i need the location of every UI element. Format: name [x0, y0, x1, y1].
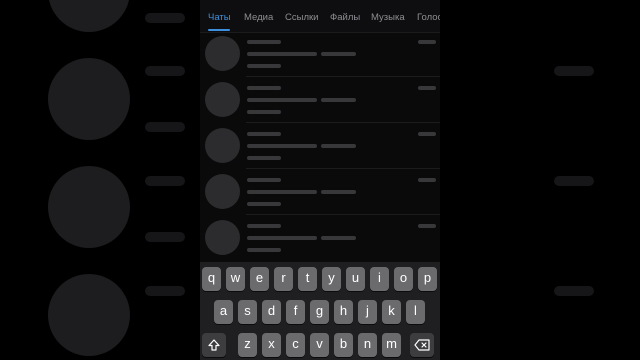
key-m[interactable]: m: [382, 333, 401, 357]
key-z[interactable]: z: [238, 333, 257, 357]
avatar-placeholder: [205, 174, 240, 209]
tab-chats[interactable]: Чаты: [208, 12, 231, 23]
avatar-placeholder: [205, 36, 240, 71]
list-item[interactable]: [200, 216, 440, 262]
blurred-background-left: [0, 0, 185, 360]
skeleton-time: [418, 178, 436, 182]
tab-files[interactable]: Файлы: [330, 12, 360, 23]
tab-bar: Чаты Медиа Ссылки Файлы Музыка Голос: [200, 0, 440, 33]
tab-media[interactable]: Медиа: [244, 12, 273, 23]
list-item[interactable]: [200, 124, 440, 170]
tab-links[interactable]: Ссылки: [285, 12, 318, 23]
blurred-bar: [554, 176, 594, 186]
skeleton-line: [321, 98, 356, 102]
list-item[interactable]: [200, 32, 440, 78]
key-s[interactable]: s: [238, 300, 257, 324]
key-l[interactable]: l: [406, 300, 425, 324]
blurred-bar: [554, 286, 594, 296]
backspace-key[interactable]: [410, 333, 434, 357]
key-v[interactable]: v: [310, 333, 329, 357]
blurred-bar: [145, 122, 185, 132]
blurred-bar: [145, 176, 185, 186]
key-h[interactable]: h: [334, 300, 353, 324]
skeleton-time: [418, 224, 436, 228]
blurred-avatar: [48, 274, 130, 356]
key-w[interactable]: w: [226, 267, 245, 291]
skeleton-line: [247, 86, 281, 90]
skeleton-line: [247, 202, 281, 206]
skeleton-time: [418, 40, 436, 44]
blurred-bar: [145, 66, 185, 76]
skeleton-line: [321, 144, 356, 148]
tab-voice[interactable]: Голос: [417, 12, 440, 23]
key-c[interactable]: c: [286, 333, 305, 357]
backspace-icon: [414, 339, 430, 351]
key-t[interactable]: t: [298, 267, 317, 291]
list-item[interactable]: [200, 78, 440, 124]
blurred-background-right: [440, 0, 640, 360]
key-e[interactable]: e: [250, 267, 269, 291]
divider: [246, 122, 440, 123]
skeleton-line: [247, 52, 317, 56]
skeleton-line: [247, 224, 281, 228]
key-o[interactable]: o: [394, 267, 413, 291]
skeleton-time: [418, 132, 436, 136]
skeleton-line: [247, 98, 317, 102]
skeleton-line: [247, 248, 281, 252]
key-b[interactable]: b: [334, 333, 353, 357]
skeleton-line: [247, 156, 281, 160]
skeleton-line: [321, 236, 356, 240]
divider: [246, 76, 440, 77]
skeleton-line: [247, 40, 281, 44]
key-r[interactable]: r: [274, 267, 293, 291]
blurred-avatar: [48, 0, 130, 32]
skeleton-time: [418, 86, 436, 90]
avatar-placeholder: [205, 82, 240, 117]
key-x[interactable]: x: [262, 333, 281, 357]
key-f[interactable]: f: [286, 300, 305, 324]
skeleton-line: [247, 190, 317, 194]
key-q[interactable]: q: [202, 267, 221, 291]
skeleton-line: [247, 144, 317, 148]
key-d[interactable]: d: [262, 300, 281, 324]
blurred-bar: [145, 13, 185, 23]
key-p[interactable]: p: [418, 267, 437, 291]
avatar-placeholder: [205, 220, 240, 255]
divider: [246, 214, 440, 215]
list-item[interactable]: [200, 170, 440, 216]
onscreen-keyboard: q w e r t y u i o p a s d f g h j k l z …: [200, 262, 440, 360]
skeleton-line: [321, 52, 356, 56]
key-i[interactable]: i: [370, 267, 389, 291]
blurred-bar: [145, 232, 185, 242]
key-u[interactable]: u: [346, 267, 365, 291]
key-g[interactable]: g: [310, 300, 329, 324]
skeleton-line: [321, 190, 356, 194]
key-j[interactable]: j: [358, 300, 377, 324]
key-k[interactable]: k: [382, 300, 401, 324]
key-y[interactable]: y: [322, 267, 341, 291]
skeleton-line: [247, 64, 281, 68]
key-n[interactable]: n: [358, 333, 377, 357]
skeleton-line: [247, 132, 281, 136]
tab-music[interactable]: Музыка: [371, 12, 405, 23]
shift-key[interactable]: [202, 333, 226, 357]
avatar-placeholder: [205, 128, 240, 163]
divider: [246, 168, 440, 169]
skeleton-line: [247, 178, 281, 182]
blurred-bar: [145, 286, 185, 296]
blurred-bar: [554, 66, 594, 76]
shift-icon: [208, 339, 220, 351]
skeleton-line: [247, 236, 317, 240]
blurred-avatar: [48, 58, 130, 140]
key-a[interactable]: a: [214, 300, 233, 324]
blurred-avatar: [48, 166, 130, 248]
active-tab-indicator: [208, 29, 230, 31]
skeleton-line: [247, 110, 281, 114]
